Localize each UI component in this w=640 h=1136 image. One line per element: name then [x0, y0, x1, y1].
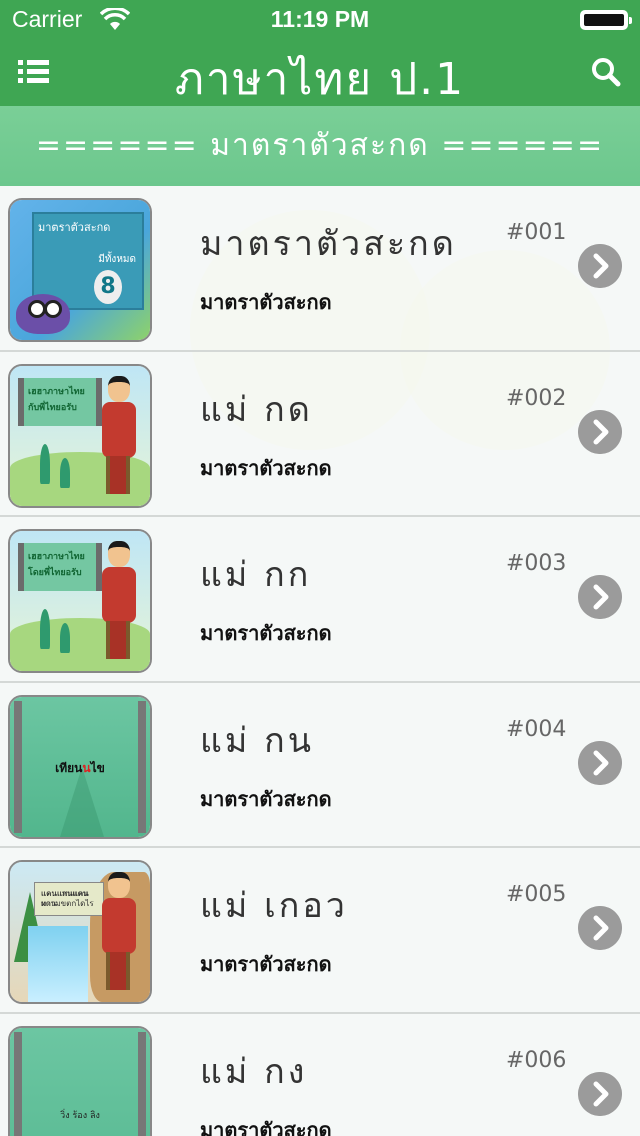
thumbnail-text: มีทั้งหมด [98, 254, 136, 265]
lesson-row[interactable]: แคนแพนแคนทาน แดนแกนแดนผดามขตกไดไร แม่ เกอ… [0, 848, 640, 1014]
thumbnail-text: มาตราตัวสะกด [38, 221, 111, 234]
lesson-title: แม่ กน [200, 720, 314, 761]
section-header: ====== มาตราตัวสะกด ====== [0, 106, 640, 186]
lesson-thumbnail: แคนแพนแคนทาน แดนแกนแดนผดามขตกไดไร [8, 860, 152, 1004]
lesson-subtitle: มาตราตัวสะกด [200, 952, 332, 976]
lesson-thumbnail: วิ่ง ร้อง ลิง [8, 1025, 152, 1136]
lesson-code: #002 [506, 385, 567, 411]
thumbnail-text: วิ่ง ร้อง ลิง [60, 1110, 100, 1121]
status-bar: Carrier 11:19 PM [0, 0, 640, 40]
lesson-code: #004 [506, 716, 567, 742]
status-time: 11:19 PM [270, 6, 370, 32]
thumbnail-word: เทียนนไข [55, 760, 105, 775]
bug-mascot-image [16, 294, 70, 334]
thumbnail-text: แคนแพนแคนทาน แดนแกนแดนผดามขตกไดไร [41, 889, 94, 908]
lesson-code: #006 [506, 1047, 567, 1073]
character-image [98, 539, 138, 663]
lesson-thumbnail: เฮฮาภาษาไทย กับพี่ไทยอรับ [8, 363, 152, 508]
lesson-row[interactable]: เทียนนไข แม่ กน มาตราตัวสะกด #004 [0, 682, 640, 848]
search-icon[interactable] [590, 56, 622, 88]
thumbnail-text: เฮฮาภาษาไทย [28, 386, 85, 397]
lesson-row[interactable]: มาตราตัวสะกด มีทั้งหมด 8 มาตราตัวสะกด มา… [0, 186, 640, 352]
lesson-list: มาตราตัวสะกด มีทั้งหมด 8 มาตราตัวสะกด มา… [0, 186, 640, 1136]
lesson-subtitle: มาตราตัวสะกด [200, 786, 332, 811]
lesson-subtitle: มาตราตัวสะกด [200, 621, 332, 645]
lesson-row[interactable]: เฮฮาภาษาไทย โดยพี่ไทยอรับ แม่ กก มาตราตั… [0, 517, 640, 683]
lesson-row[interactable]: เฮฮาภาษาไทย กับพี่ไทยอรับ แม่ กด มาตราตั… [0, 351, 640, 517]
character-image [98, 870, 138, 994]
chevron-right-icon[interactable] [578, 1071, 622, 1116]
lesson-code: #005 [506, 882, 567, 907]
chevron-right-icon[interactable] [578, 409, 622, 454]
thumbnail-text: เฮฮาภาษาไทย [28, 552, 85, 562]
nav-bar: ภาษาไทย ป.1 [0, 40, 640, 106]
lesson-title: แม่ เกอว [200, 886, 348, 926]
thumbnail-text: โดยพี่ไทยอรับ [28, 568, 82, 578]
lesson-thumbnail: เทียนนไข [8, 694, 152, 839]
lesson-title: แม่ กก [200, 555, 312, 595]
character-image [98, 374, 138, 498]
lesson-code: #001 [506, 220, 567, 245]
lesson-thumbnail: เฮฮาภาษาไทย โดยพี่ไทยอรับ [8, 529, 152, 673]
lesson-code: #003 [506, 551, 567, 576]
chevron-right-icon[interactable] [578, 740, 622, 785]
lesson-title: มาตราตัวสะกด [200, 224, 457, 264]
chevron-right-icon[interactable] [578, 575, 622, 619]
chevron-right-icon[interactable] [578, 906, 622, 950]
lesson-subtitle: มาตราตัวสะกด [200, 1117, 332, 1136]
lesson-subtitle: มาตราตัวสะกด [200, 290, 332, 314]
lesson-title: แม่ กด [200, 389, 313, 430]
lesson-thumbnail: มาตราตัวสะกด มีทั้งหมด 8 [8, 198, 152, 342]
lesson-subtitle: มาตราตัวสะกด [200, 455, 332, 480]
lesson-row[interactable]: วิ่ง ร้อง ลิง แม่ กง มาตราตัวสะกด #006 [0, 1013, 640, 1136]
thumbnail-text: กับพี่ไทยอรับ [28, 402, 77, 413]
page-title: ภาษาไทย ป.1 [174, 54, 466, 105]
thumbnail-number: 8 [94, 270, 122, 304]
chevron-right-icon[interactable] [578, 244, 622, 288]
battery-icon [580, 10, 632, 30]
lesson-title: แม่ กง [200, 1051, 308, 1092]
